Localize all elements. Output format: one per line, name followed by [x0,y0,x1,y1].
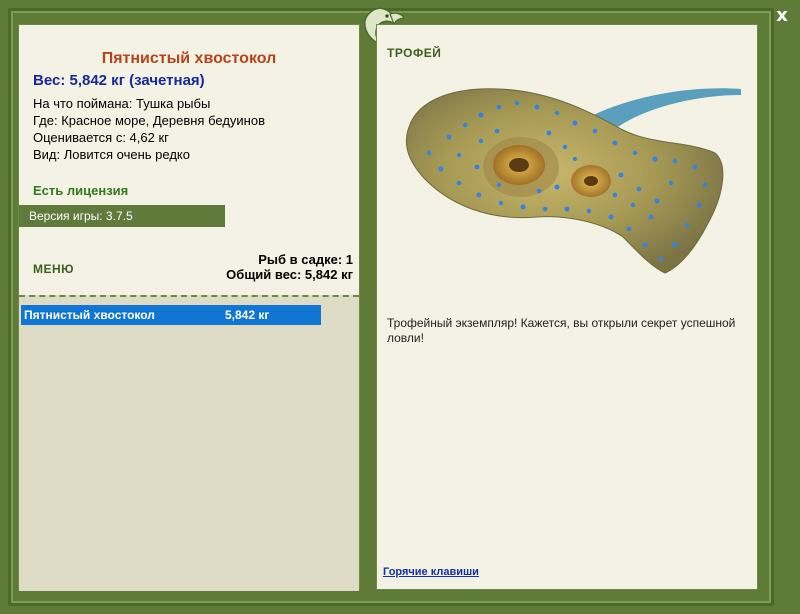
list-item[interactable]: Пятнистый хвостокол 5,842 кг [21,305,321,325]
stingray-image [405,88,741,274]
keepnet-list: Пятнистый хвостокол 5,842 кг [19,295,359,591]
hotkeys-link[interactable]: Горячие клавиши [383,566,479,578]
version-bar: Версия игры: 3.7.5 [19,205,225,227]
total-weight: Общий вес: 5,842 кг [226,267,353,282]
list-item-weight: 5,842 кг [225,308,270,322]
rarity-line: Вид: Ловится очень редко [33,147,190,162]
fish-count: Рыб в садке: 1 [258,252,353,267]
close-button[interactable]: x [772,6,792,26]
fish-info-panel: Пятнистый хвостокол Вес: 5,842 кг (зачет… [18,24,360,591]
trophy-message: Трофейный экземпляр! Кажется, вы открыли… [387,316,736,345]
menu-button[interactable]: МЕНЮ [33,262,74,276]
fish-weight: Вес: 5,842 кг (зачетная) [33,72,205,89]
list-item-name: Пятнистый хвостокол [24,308,155,322]
license-status: Есть лицензия [33,183,129,198]
location-line: Где: Красное море, Деревня бедуинов [33,113,265,128]
fish-title: Пятнистый хвостокол [101,50,277,67]
fish-details: На что поймана: Тушка рыбы Где: Красное … [33,95,265,163]
trophy-panel: ТРОФЕЙ Трофейный экземпляр! Кажется, вы … [376,24,758,590]
caught-on-line: На что поймана: Тушка рыбы [33,96,211,111]
scored-from-line: Оценивается с: 4,62 кг [33,130,169,145]
trophy-heading: ТРОФЕЙ [387,46,442,60]
keepnet-summary: Рыб в садке: 1 Общий вес: 5,842 кг [226,252,353,282]
